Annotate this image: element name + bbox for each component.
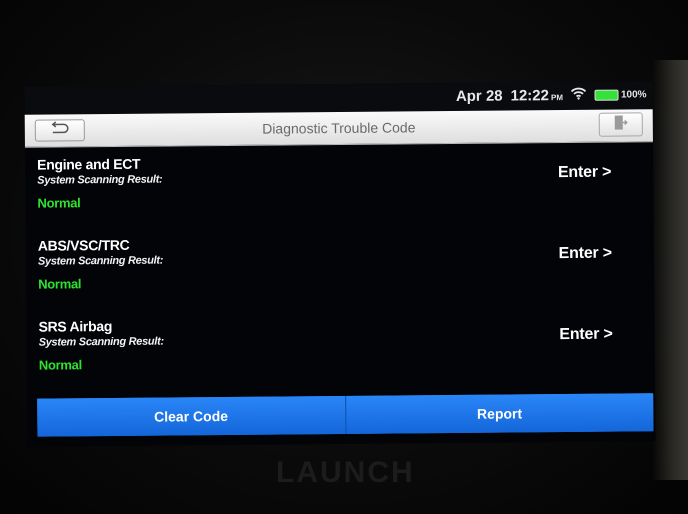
battery-icon [594,89,620,101]
exit-icon [614,114,628,135]
system-name: SRS Airbag [38,317,113,335]
system-status: Normal [37,195,81,211]
status-clock: 12:22 PM [511,87,564,104]
system-row-srs: SRS Airbag System Scanning Result: Norma… [26,303,655,389]
device-photo: Apr 28 12:22 PM 100% Diagnostic Trouble … [0,0,688,514]
action-bar: Clear Code Report [37,393,654,437]
enter-button[interactable]: Enter > [558,164,611,182]
system-name: Engine and ECT [37,155,141,173]
brand-logo: LAUNCH [276,456,415,489]
status-time: 12:22 [510,87,550,105]
system-status: Normal [38,276,82,292]
system-row-engine: Engine and ECT System Scanning Result: N… [25,141,654,227]
enter-button[interactable]: Enter > [559,245,612,263]
exit-button[interactable] [598,112,643,137]
status-indicators: Apr 28 12:22 PM 100% [456,86,647,105]
system-result-label: System Scanning Result: [37,254,164,268]
device-bezel [652,60,688,480]
system-result-label: System Scanning Result: [38,335,164,349]
wifi-icon [571,87,587,104]
report-button[interactable]: Report [344,393,654,434]
enter-button[interactable]: Enter > [559,326,612,344]
system-status: Normal [38,357,82,373]
system-name: ABS/VSC/TRC [37,236,130,254]
status-date: Apr 28 [455,87,503,105]
clear-code-button[interactable]: Clear Code [37,395,345,437]
device-screen: Apr 28 12:22 PM 100% Diagnostic Trouble … [24,81,656,447]
system-result-label: System Scanning Result: [37,173,163,187]
system-row-abs: ABS/VSC/TRC System Scanning Result: Norm… [26,222,655,308]
battery-indicator: 100% [594,89,647,101]
page-title: Diagnostic Trouble Code [262,119,416,137]
status-ampm: PM [550,93,564,103]
system-list: Engine and ECT System Scanning Result: N… [25,141,655,390]
battery-percent: 100% [620,89,647,101]
